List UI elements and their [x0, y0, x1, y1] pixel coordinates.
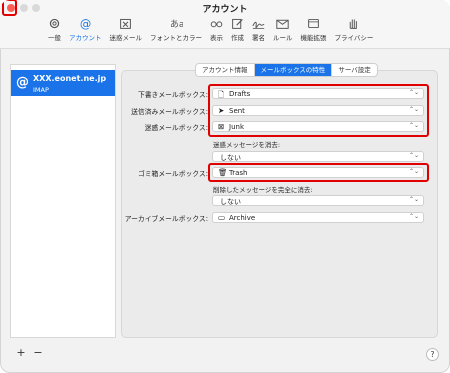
at-icon: @ — [80, 17, 91, 30]
svg-text:あa: あa — [170, 19, 183, 30]
toolbar-label: 署名 — [252, 34, 265, 42]
trash-highlight — [208, 163, 429, 182]
junk-icon — [120, 18, 132, 29]
toolbar-label: 作成 — [231, 34, 244, 42]
toolbar-general[interactable]: 一般 — [44, 17, 65, 47]
toolbar-label: 表示 — [210, 34, 223, 42]
toolbar-label: アカウント — [69, 34, 102, 42]
trash-label: ゴミ箱メールボックス: — [137, 170, 208, 178]
toolbar-accounts[interactable]: @ アカウント — [65, 17, 106, 47]
extensions-icon — [308, 18, 319, 29]
erase-junk-select[interactable]: しない ⌃⌄ — [212, 151, 424, 162]
titlebar: アカウント 一般 @ アカウント 迷惑メール あa フォントとカラー 表示 作成… — [0, 0, 450, 49]
toolbar-label: 一般 — [48, 34, 61, 42]
font-icon: あa — [170, 19, 183, 30]
window-title: アカウント — [202, 5, 248, 15]
toolbar-viewing[interactable]: 表示 — [206, 17, 227, 47]
tab-mailbox-behaviors[interactable]: メールボックスの特性 — [254, 64, 333, 76]
archive-label: アーカイブメールボックス: — [124, 215, 208, 223]
rules-icon — [276, 19, 289, 29]
archive-box-icon: ▭ — [218, 213, 226, 222]
tab-server-settings[interactable]: サーバ設定 — [332, 64, 376, 76]
sent-label: 送信済みメールボックス: — [131, 108, 208, 116]
toolbar-label: 機能拡張 — [300, 34, 327, 42]
add-account-button[interactable]: + — [14, 347, 28, 359]
gear-icon — [49, 18, 60, 29]
at-icon: @ — [16, 75, 29, 90]
account-type: IMAP — [33, 86, 49, 94]
junk-label: 迷惑メールボックス: — [144, 124, 208, 132]
toolbar-label: フォントとカラー — [150, 34, 202, 42]
account-name: XXX.eonet.ne.jp — [33, 74, 107, 83]
erase-junk-value: しない — [220, 154, 241, 162]
remove-account-button[interactable]: − — [31, 347, 45, 359]
compose-icon — [232, 18, 243, 29]
mailboxes-highlight — [208, 84, 429, 137]
toolbar-label: ルール — [273, 34, 293, 42]
archive-mailbox-select[interactable]: ▭ Archive ⌃⌄ — [212, 212, 424, 223]
chevron-updown-icon: ⌃⌄ — [408, 152, 419, 159]
signature-icon — [252, 21, 265, 29]
privacy-hand-icon — [350, 19, 358, 29]
toolbar-label: 迷惑メール — [109, 34, 143, 42]
toolbar-junk-mail[interactable]: 迷惑メール — [106, 17, 147, 47]
erase-trash-value: しない — [220, 198, 241, 206]
toolbar-extensions[interactable]: 機能拡張 — [297, 17, 331, 47]
help-button[interactable]: ? — [426, 348, 439, 361]
toolbar-label: プライバシー — [334, 34, 374, 42]
erase-trash-select[interactable]: しない ⌃⌄ — [212, 195, 424, 206]
toolbar-privacy[interactable]: プライバシー — [331, 17, 378, 47]
toolbar-composing[interactable]: 作成 — [227, 17, 248, 47]
erase-junk-label: 迷惑メッセージを消去: — [213, 141, 281, 149]
preferences-window: アカウント 一般 @ アカウント 迷惑メール あa フォントとカラー 表示 作成… — [0, 0, 450, 373]
toolbar-signatures[interactable]: 署名 — [248, 17, 269, 47]
drafts-label: 下書きメールボックス: — [137, 91, 208, 99]
glasses-icon — [210, 21, 223, 28]
archive-value: Archive — [229, 214, 256, 222]
chevron-updown-icon: ⌃⌄ — [408, 213, 419, 220]
chevron-updown-icon: ⌃⌄ — [408, 196, 419, 203]
svg-text:@: @ — [80, 17, 91, 30]
preferences-toolbar: 一般 @ アカウント 迷惑メール あa フォントとカラー 表示 作成 署名 ルー… — [44, 17, 377, 47]
toolbar-fonts-colors[interactable]: あa フォントとカラー — [146, 17, 206, 47]
settings-tabs: アカウント情報 メールボックスの特性 サーバ設定 — [195, 63, 378, 77]
toolbar-rules[interactable]: ルール — [269, 17, 297, 47]
tab-account-info[interactable]: アカウント情報 — [196, 64, 255, 76]
erase-trash-label: 削除したメッセージを完全に消去: — [213, 186, 313, 194]
